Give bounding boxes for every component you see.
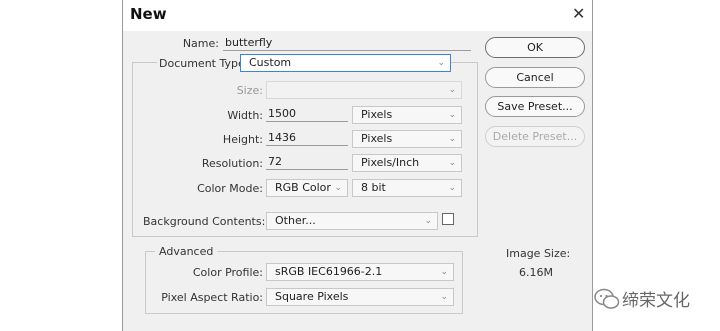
size-select[interactable]: ⌄ (266, 81, 462, 99)
width-unit-select[interactable]: Pixels ⌄ (352, 106, 462, 124)
chevron-down-icon: ⌄ (448, 158, 456, 168)
pixel-aspect-ratio-value: Square Pixels (275, 290, 349, 303)
color-profile-label: Color Profile: (192, 266, 263, 279)
chevron-down-icon: ⌄ (440, 267, 448, 277)
color-profile-value: sRGB IEC61966-2.1 (275, 265, 383, 278)
color-mode-value: RGB Color (275, 181, 331, 194)
bit-depth-value: 8 bit (361, 181, 386, 194)
bit-depth-select[interactable]: 8 bit ⌄ (352, 179, 462, 197)
color-mode-select[interactable]: RGB Color ⌄ (266, 179, 348, 197)
title-bar: New ✕ (123, 0, 592, 31)
wechat-icon (594, 288, 620, 309)
pixel-aspect-ratio-select[interactable]: Square Pixels ⌄ (266, 288, 454, 306)
new-document-dialog: New ✕ Name: butterfly Document Type: Cus… (122, 0, 593, 331)
close-icon[interactable]: ✕ (572, 4, 585, 23)
dialog-title: New (130, 5, 167, 23)
width-label: Width: (227, 109, 263, 122)
save-preset-button[interactable]: Save Preset... (485, 96, 585, 117)
background-contents-value: Other... (275, 214, 316, 227)
height-field[interactable]: 1436 (266, 130, 348, 146)
width-unit-value: Pixels (361, 108, 393, 121)
document-type-select[interactable]: Custom ⌄ (240, 54, 451, 72)
pixel-aspect-ratio-label: Pixel Aspect Ratio: (161, 291, 263, 304)
cancel-button[interactable]: Cancel (485, 67, 585, 88)
chevron-down-icon: ⌄ (448, 134, 456, 144)
name-field[interactable]: butterfly (223, 35, 471, 51)
watermark-text: 缔荣文化 (622, 291, 690, 311)
chevron-down-icon: ⌄ (440, 292, 448, 302)
image-size-value: 6.16M (519, 266, 553, 279)
height-unit-select[interactable]: Pixels ⌄ (352, 130, 462, 148)
resolution-field[interactable]: 72 (266, 154, 348, 170)
chevron-down-icon: ⌄ (334, 183, 342, 193)
image-size-label: Image Size: (506, 247, 571, 260)
chevron-down-icon: ⌄ (448, 85, 456, 95)
document-type-label: Document Type: (157, 57, 251, 70)
chevron-down-icon: ⌄ (448, 110, 456, 120)
chevron-down-icon: ⌄ (424, 216, 432, 226)
chevron-down-icon: ⌄ (448, 183, 456, 193)
advanced-label: Advanced (155, 245, 218, 258)
name-label: Name: (182, 37, 219, 50)
width-field[interactable]: 1500 (266, 106, 348, 122)
color-profile-select[interactable]: sRGB IEC61966-2.1 ⌄ (266, 263, 454, 281)
size-label: Size: (236, 84, 263, 97)
delete-preset-button[interactable]: Delete Preset... (485, 126, 585, 147)
ok-button[interactable]: OK (485, 37, 585, 58)
height-label: Height: (222, 133, 263, 146)
document-type-value: Custom (249, 56, 292, 69)
background-contents-label: Background Contents: (143, 215, 266, 228)
background-color-swatch[interactable] (442, 213, 454, 225)
resolution-unit-value: Pixels/Inch (361, 156, 420, 169)
color-mode-label: Color Mode: (197, 182, 263, 195)
chevron-down-icon: ⌄ (437, 58, 445, 68)
resolution-unit-select[interactable]: Pixels/Inch ⌄ (352, 154, 462, 172)
resolution-label: Resolution: (201, 157, 263, 170)
background-contents-select[interactable]: Other... ⌄ (266, 212, 438, 230)
height-unit-value: Pixels (361, 132, 393, 145)
